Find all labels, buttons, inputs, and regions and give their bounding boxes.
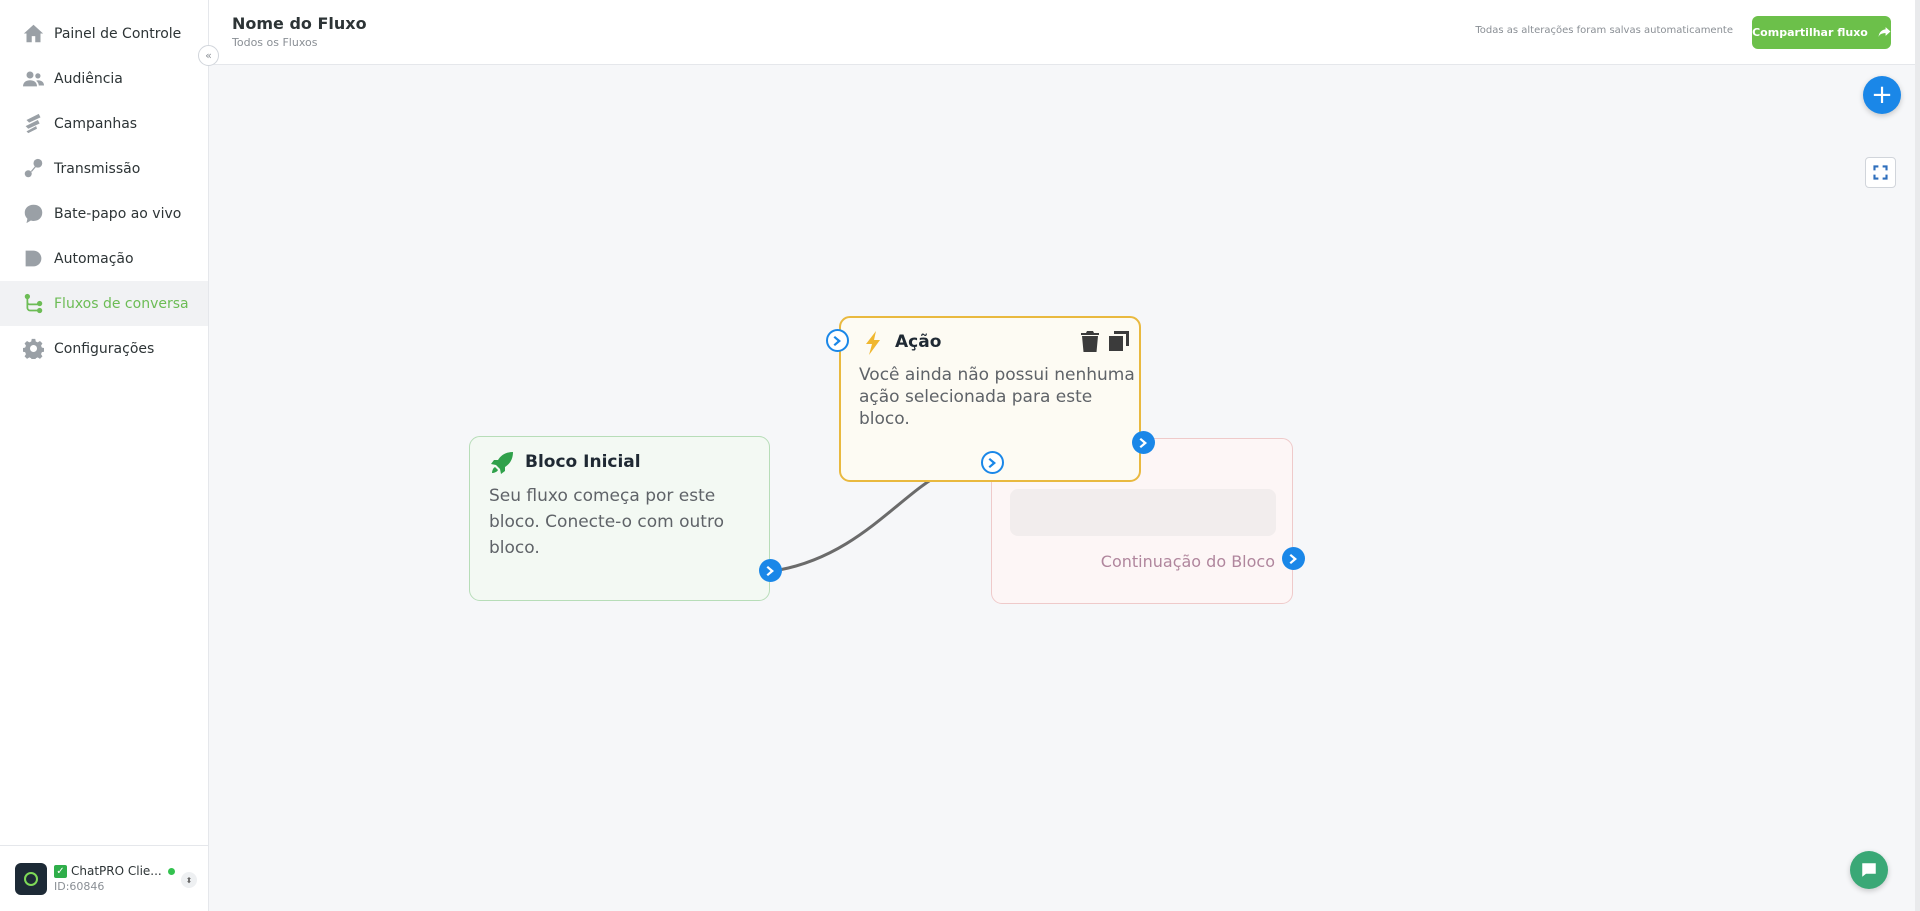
block-description: Você ainda não possui nenhuma ação selec… bbox=[859, 365, 1135, 429]
page-title[interactable]: Nome do Fluxo bbox=[232, 14, 367, 33]
sidebar-collapse-button[interactable]: « bbox=[198, 45, 219, 66]
account-switcher[interactable]: ✓ ChatPRO Clie... ID:60846 ⬍ bbox=[0, 845, 209, 911]
account-id: ID:60846 bbox=[54, 880, 105, 893]
block-description: Seu fluxo começa por este bloco. Conecte… bbox=[489, 486, 724, 558]
sidebar-item-label: Configurações bbox=[54, 340, 155, 357]
sidebar-item-settings[interactable]: Configurações bbox=[0, 326, 208, 371]
sidebar-item-label: Painel de Controle bbox=[54, 25, 182, 42]
share-flow-button[interactable]: Compartilhar fluxo bbox=[1752, 16, 1891, 49]
rocket-icon bbox=[490, 451, 514, 475]
flow-header: Nome do Fluxo Todos os Fluxos Todas as a… bbox=[209, 0, 1915, 65]
avatar bbox=[15, 862, 47, 895]
fullscreen-button[interactable] bbox=[1865, 157, 1896, 188]
sidebar-item-label: Fluxos de conversa bbox=[54, 295, 189, 312]
sidebar-item-label: Automação bbox=[54, 250, 134, 267]
sidebar-item-broadcast[interactable]: Transmissão bbox=[0, 146, 208, 191]
duplicate-icon[interactable] bbox=[1109, 331, 1129, 351]
expand-icon bbox=[1873, 165, 1888, 180]
home-icon bbox=[22, 23, 44, 45]
share-icon bbox=[1878, 25, 1891, 41]
account-switch-icon[interactable]: ⬍ bbox=[181, 872, 197, 888]
sidebar-item-live-chat[interactable]: Bate-papo ao vivo bbox=[0, 191, 208, 236]
flow-canvas[interactable]: + Bloco Inicial Seu fluxo começa por est… bbox=[209, 65, 1915, 911]
continuation-label: Continuação do Bloco bbox=[1100, 552, 1275, 571]
users-icon bbox=[22, 68, 44, 90]
action-block-bottom-port[interactable] bbox=[981, 451, 1004, 474]
gear-icon bbox=[22, 338, 44, 360]
sidebar-item-campaigns[interactable]: Campanhas bbox=[0, 101, 208, 146]
sidebar-item-conversation-flows[interactable]: Fluxos de conversa bbox=[0, 281, 208, 326]
campaign-icon bbox=[22, 113, 44, 135]
chat-bubble-icon bbox=[22, 203, 44, 225]
page-scrollbar[interactable] bbox=[1915, 0, 1920, 911]
breadcrumb[interactable]: Todos os Fluxos bbox=[232, 36, 317, 49]
continuation-output-port[interactable] bbox=[1282, 547, 1305, 570]
block-content-placeholder bbox=[1010, 489, 1276, 536]
start-block[interactable]: Bloco Inicial Seu fluxo começa por este … bbox=[469, 436, 770, 601]
sidebar-item-label: Campanhas bbox=[54, 115, 138, 132]
action-block-output-port[interactable] bbox=[1132, 431, 1155, 454]
add-block-button[interactable]: + bbox=[1863, 76, 1901, 114]
share-flow-label: Compartilhar fluxo bbox=[1752, 26, 1868, 39]
sidebar-item-label: Transmissão bbox=[54, 160, 141, 177]
broadcast-icon bbox=[22, 158, 44, 180]
block-title: Ação bbox=[895, 332, 942, 352]
sidebar-item-automation[interactable]: Automação bbox=[0, 236, 208, 281]
account-name: ChatPRO Clie... bbox=[71, 864, 162, 878]
start-block-output-port[interactable] bbox=[759, 559, 782, 582]
action-block-input-port[interactable] bbox=[826, 329, 849, 352]
block-title: Bloco Inicial bbox=[525, 452, 641, 472]
sidebar-item-audience[interactable]: Audiência bbox=[0, 56, 208, 101]
verified-check-icon: ✓ bbox=[54, 864, 67, 878]
automation-icon bbox=[22, 248, 44, 270]
chat-icon bbox=[1862, 863, 1876, 877]
online-status-dot bbox=[167, 867, 175, 875]
lightning-icon bbox=[863, 331, 883, 355]
sidebar-item-dashboard[interactable]: Painel de Controle bbox=[0, 11, 208, 56]
sidebar-item-label: Bate-papo ao vivo bbox=[54, 205, 182, 222]
sidebar: Painel de Controle Audiência Campanhas T… bbox=[0, 0, 209, 911]
flow-icon bbox=[22, 293, 44, 315]
trash-icon[interactable] bbox=[1081, 331, 1099, 352]
save-status: Todas as alterações foram salvas automat… bbox=[1475, 25, 1733, 36]
support-chat-button[interactable] bbox=[1850, 851, 1888, 889]
sidebar-item-label: Audiência bbox=[54, 70, 123, 87]
